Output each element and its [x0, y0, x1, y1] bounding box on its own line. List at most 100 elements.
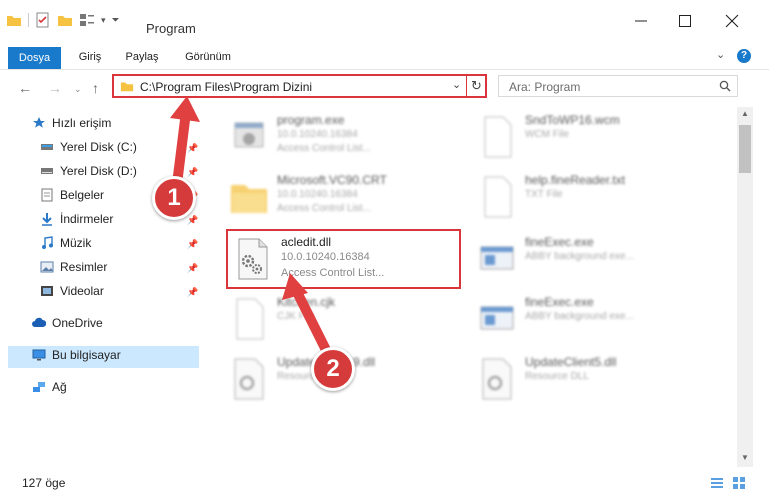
tab-home[interactable]: Giriş: [70, 46, 110, 68]
tab-view[interactable]: Görünüm: [178, 46, 238, 68]
file-item[interactable]: help.fineReader.txt TXT File: [477, 171, 707, 223]
sidebar-item-onedrive[interactable]: OneDrive: [32, 313, 103, 333]
search-icon[interactable]: [719, 80, 731, 92]
file-item[interactable]: SndToWP16.wcm WCM File: [477, 111, 707, 163]
properties-icon[interactable]: [35, 12, 51, 28]
folder-icon[interactable]: [6, 12, 22, 28]
generic-file-icon: [484, 116, 512, 158]
file-item[interactable]: fineExec.exe ABBY background exe...: [477, 293, 707, 345]
sidebar-item-disk-d[interactable]: Yerel Disk (D:): [41, 161, 137, 181]
navigation-pane: Hızlı erişim Yerel Disk (C:) Yerel Disk …: [0, 107, 205, 462]
pin-icon[interactable]: 📌: [187, 143, 198, 154]
help-icon[interactable]: ?: [737, 49, 751, 63]
sidebar-item-label: Ağ: [52, 380, 67, 394]
quick-access-toolbar: ▾ ⏷: [6, 12, 120, 28]
dll-file-icon: [234, 358, 264, 400]
file-type: Resource DLL: [525, 371, 589, 382]
file-description: Access Control List...: [277, 203, 371, 214]
tab-file[interactable]: Dosya: [8, 47, 61, 69]
pin-icon[interactable]: 📌: [187, 263, 198, 274]
pictures-icon: [40, 261, 54, 273]
cloud-icon: [32, 317, 46, 327]
forward-arrow-icon[interactable]: →: [48, 80, 62, 96]
tab-share[interactable]: Paylaş: [120, 46, 164, 68]
pin-icon[interactable]: 📌: [187, 287, 198, 298]
minimize-icon[interactable]: [634, 14, 648, 28]
sidebar-item-label: Müzik: [60, 236, 92, 250]
pin-icon[interactable]: 📌: [187, 239, 198, 250]
chevron-down-icon[interactable]: ⌄: [452, 78, 461, 91]
pin-icon[interactable]: 📌: [187, 167, 198, 178]
file-description: ABBY background exe...: [525, 311, 634, 322]
sidebar-item-label: Hızlı erişim: [52, 116, 112, 130]
file-type: WCM File: [525, 129, 569, 140]
file-name: fineExec.exe: [525, 235, 594, 249]
vertical-scrollbar[interactable]: ▲ ▼: [737, 107, 753, 467]
file-description: ABBY background exe...: [525, 251, 634, 262]
address-bar[interactable]: C:\Program Files\Program Dizini ⌄ ↻: [112, 74, 487, 98]
sidebar-item-music[interactable]: Müzik: [42, 233, 92, 253]
file-item[interactable]: Kitchen.cjk CJK File: [229, 293, 459, 345]
sidebar-item-disk-c[interactable]: Yerel Disk (C:): [41, 137, 137, 157]
status-bar: 127 öge: [0, 468, 769, 502]
documents-icon: [41, 188, 53, 202]
computer-icon: [32, 349, 46, 361]
text-file-icon: [484, 176, 512, 218]
chevron-down-icon[interactable]: ▾: [101, 15, 106, 26]
file-name: fineExec.exe: [525, 295, 594, 309]
scrollbar-thumb[interactable]: [739, 125, 751, 173]
tiles-view-icon[interactable]: [732, 476, 746, 490]
sidebar-item-label: Bu bilgisayar: [52, 348, 121, 362]
folder-icon: [120, 82, 134, 92]
address-path: C:\Program Files\Program Dizini: [140, 80, 313, 94]
sidebar-item-label: Videolar: [60, 284, 104, 298]
file-type: CJK File: [277, 311, 315, 322]
disk-icon: [41, 168, 53, 174]
sidebar-item-documents[interactable]: Belgeler: [41, 185, 104, 205]
sidebar-item-this-pc[interactable]: Bu bilgisayar: [32, 345, 121, 365]
back-arrow-icon[interactable]: ←: [18, 80, 32, 96]
sidebar-item-quick-access[interactable]: Hızlı erişim: [33, 113, 112, 133]
sidebar-item-label: OneDrive: [52, 316, 103, 330]
sidebar-item-label: Yerel Disk (D:): [60, 164, 137, 178]
file-item[interactable]: UpdateClient5.dll Resource DLL: [477, 353, 707, 405]
search-input[interactable]: Ara: Program: [509, 80, 580, 94]
file-name: program.exe: [277, 113, 345, 127]
customize-toolbar-icon[interactable]: ⏷: [112, 15, 120, 26]
step-1-badge: 1: [152, 176, 196, 220]
pin-icon[interactable]: 📌: [187, 215, 198, 226]
title-bar: ▾ ⏷ Program: [0, 0, 769, 42]
file-item[interactable]: program.exe 10.0.10240.16384 Access Cont…: [229, 111, 459, 163]
divider: [28, 13, 29, 27]
sidebar-item-downloads[interactable]: İndirmeler: [42, 209, 113, 229]
up-arrow-icon[interactable]: ↑: [92, 80, 99, 96]
file-type: TXT File: [525, 189, 563, 200]
sidebar-item-network[interactable]: Ağ: [33, 377, 67, 397]
download-icon: [42, 213, 52, 226]
close-icon[interactable]: [725, 14, 739, 28]
file-item[interactable]: fineExec.exe ABBY background exe...: [477, 233, 707, 285]
chevron-up-icon[interactable]: ▲: [741, 109, 749, 118]
chevron-down-icon[interactable]: ⌄: [74, 84, 82, 95]
divider: [466, 76, 467, 96]
file-name: help.fineReader.txt: [525, 173, 626, 187]
exe-file-icon: [480, 246, 514, 270]
file-version: 10.0.10240.16384: [277, 189, 358, 200]
refresh-icon[interactable]: ↻: [471, 78, 482, 94]
file-name: Kitchen.cjk: [277, 295, 336, 309]
sidebar-item-videos[interactable]: Videolar: [41, 281, 104, 301]
step-2-badge: 2: [311, 347, 355, 391]
file-item[interactable]: Microsoft.VC90.CRT 10.0.10240.16384 Acce…: [229, 171, 459, 223]
view-options-icon[interactable]: [79, 12, 95, 28]
search-box[interactable]: Ara: Program: [498, 75, 738, 97]
maximize-icon[interactable]: [678, 14, 692, 28]
new-folder-icon[interactable]: [57, 12, 73, 28]
disk-icon: [41, 144, 53, 150]
network-icon: [33, 382, 45, 392]
chevron-down-icon[interactable]: ▼: [741, 453, 749, 462]
sidebar-item-pictures[interactable]: Resimler: [40, 257, 107, 277]
details-view-icon[interactable]: [710, 476, 724, 490]
file-version: 10.0.10240.16384: [277, 129, 358, 140]
chevron-down-icon[interactable]: ⌄: [716, 48, 725, 61]
dll-file-icon: [482, 358, 512, 400]
